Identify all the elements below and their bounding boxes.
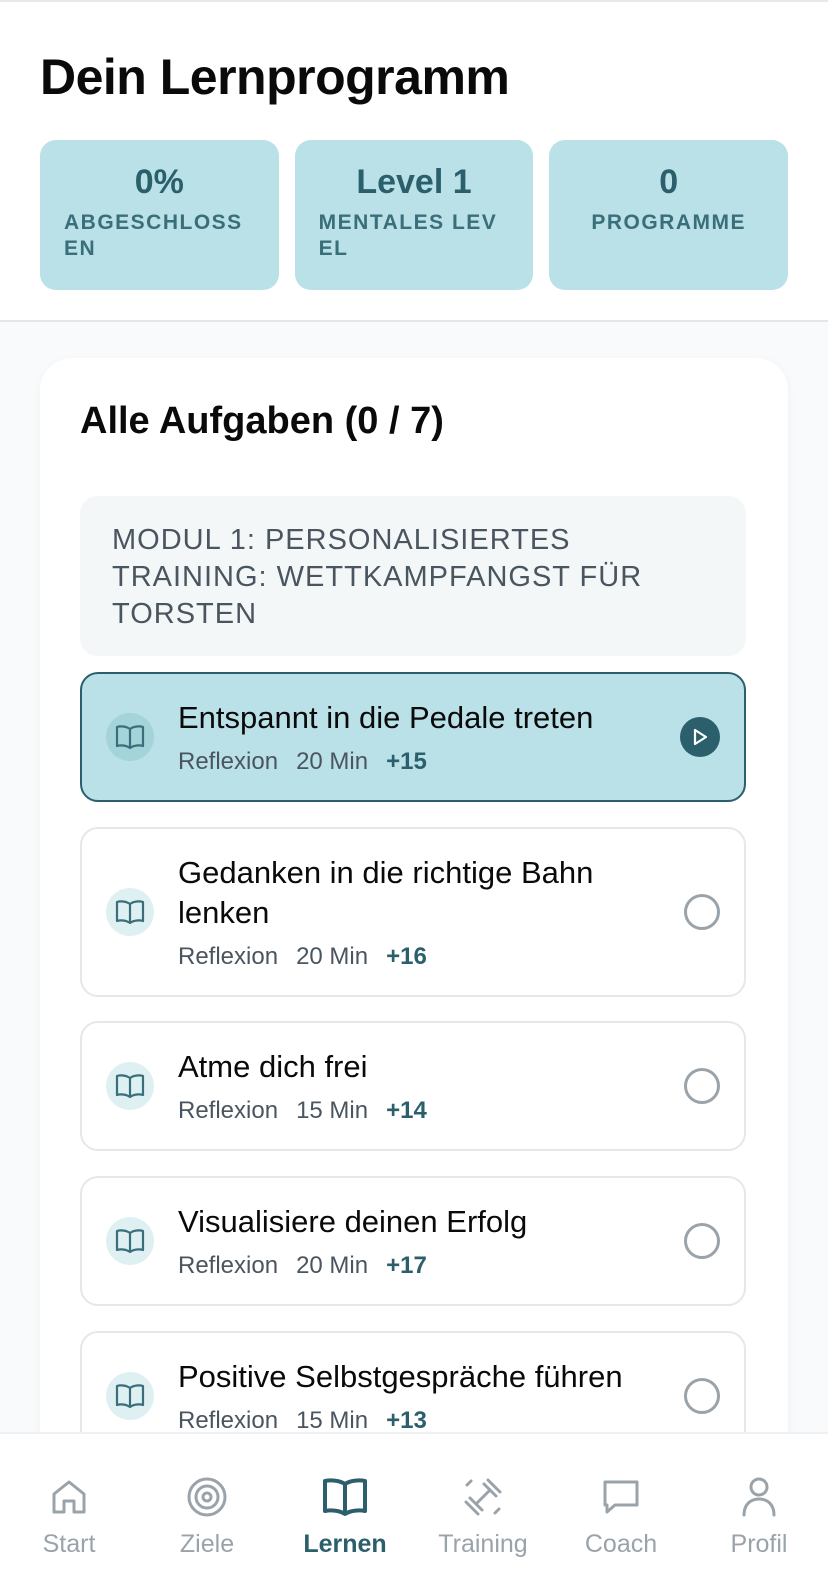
task-points: +17	[386, 1252, 427, 1279]
user-icon	[736, 1474, 782, 1520]
book-icon	[106, 1217, 154, 1265]
target-icon	[184, 1474, 230, 1520]
task-title: Visualisiere deinen Erfolg	[178, 1204, 528, 1239]
task-title: Atme dich frei	[178, 1049, 368, 1084]
book-icon	[322, 1474, 368, 1520]
task-points: +14	[386, 1097, 427, 1124]
task-meta: Reflexion 15 Min +14	[178, 1097, 427, 1125]
status-circle-icon[interactable]	[684, 1223, 720, 1259]
nav-label: Training	[438, 1530, 528, 1558]
tasks-card: Alle Aufgaben (0 / 7) MODUL 1: PERSONALI…	[40, 358, 788, 1468]
book-icon	[106, 888, 154, 936]
stat-completed-value: 0%	[134, 163, 184, 201]
task-type: Reflexion	[178, 1407, 279, 1434]
stat-programs-label: PROGRAMME	[591, 211, 747, 234]
task-title: Positive Selbstgespräche führen	[178, 1359, 623, 1394]
book-icon	[106, 1372, 154, 1420]
home-icon	[46, 1474, 92, 1520]
stat-completed-label: ABGESCHLOSSEN	[64, 211, 243, 260]
task-duration: 20 Min	[296, 943, 369, 970]
dumbbell-icon	[460, 1474, 506, 1520]
module-title: MODUL 1: PERSONALISIERTES TRAINING: WETT…	[112, 524, 643, 630]
nav-label: Start	[42, 1530, 96, 1558]
book-icon	[106, 713, 154, 761]
task-title: Entspannt in die Pedale treten	[178, 700, 594, 735]
task-meta: Reflexion 20 Min +15	[178, 748, 427, 776]
nav-item-start[interactable]: Start	[0, 1434, 138, 1572]
task-points: +15	[386, 748, 427, 775]
tasks-card-title: Alle Aufgaben (0 / 7)	[80, 400, 444, 442]
module-header: MODUL 1: PERSONALISIERTES TRAINING: WETT…	[80, 496, 746, 656]
stats-row: 0% ABGESCHLOSSEN Level 1 MENTALES LEVEL …	[40, 140, 789, 290]
task-type: Reflexion	[178, 748, 279, 775]
stat-programs-value: 0	[659, 163, 679, 201]
task-meta: Reflexion 15 Min +13	[178, 1407, 427, 1435]
stat-level-label: MENTALES LEVEL	[318, 211, 498, 260]
stat-completed: 0% ABGESCHLOSSEN	[40, 140, 279, 290]
nav-label: Coach	[584, 1530, 658, 1558]
task-duration: 20 Min	[296, 1252, 369, 1279]
chat-icon	[598, 1474, 644, 1520]
task-meta: Reflexion 20 Min +17	[178, 1252, 427, 1280]
nav-label: Lernen	[303, 1530, 387, 1558]
nav-item-training[interactable]: Training	[414, 1434, 552, 1572]
task-item-4[interactable]: Visualisiere deinen Erfolg Reflexion 20 …	[80, 1176, 746, 1306]
task-duration: 15 Min	[296, 1407, 369, 1434]
stat-level-value: Level 1	[356, 163, 472, 201]
status-circle-icon[interactable]	[684, 894, 720, 930]
task-duration: 20 Min	[296, 748, 369, 775]
stat-programs: 0 PROGRAMME	[549, 140, 789, 290]
task-type: Reflexion	[178, 1252, 279, 1279]
play-icon[interactable]	[680, 717, 720, 757]
page-title: Dein Lernprogramm	[40, 49, 510, 105]
task-duration: 15 Min	[296, 1097, 369, 1124]
task-meta: Reflexion 20 Min +16	[178, 943, 427, 971]
task-item-1[interactable]: Entspannt in die Pedale treten Reflexion…	[80, 672, 746, 802]
nav-item-coach[interactable]: Coach	[552, 1434, 690, 1572]
status-circle-icon[interactable]	[684, 1378, 720, 1414]
nav-item-ziele[interactable]: Ziele	[138, 1434, 276, 1572]
status-circle-icon[interactable]	[684, 1068, 720, 1104]
nav-label: Ziele	[179, 1530, 235, 1558]
nav-item-lernen[interactable]: Lernen	[276, 1434, 414, 1572]
book-icon	[106, 1062, 154, 1110]
bottom-nav: Start Ziele Lernen Training Coach Profil	[0, 1432, 828, 1572]
task-title: Gedanken in die richtige Bahn lenken	[178, 855, 594, 930]
nav-label: Profil	[730, 1530, 788, 1558]
task-type: Reflexion	[178, 1097, 279, 1124]
task-points: +13	[386, 1407, 427, 1434]
task-points: +16	[386, 943, 427, 970]
stat-level: Level 1 MENTALES LEVEL	[294, 140, 534, 290]
task-item-3[interactable]: Atme dich frei Reflexion 15 Min +14	[80, 1021, 746, 1151]
nav-item-profil[interactable]: Profil	[690, 1434, 828, 1572]
task-item-2[interactable]: Gedanken in die richtige Bahn lenken Ref…	[80, 827, 746, 997]
task-type: Reflexion	[178, 943, 279, 970]
page-header: Dein Lernprogramm 0% ABGESCHLOSSEN Level…	[0, 4, 828, 322]
